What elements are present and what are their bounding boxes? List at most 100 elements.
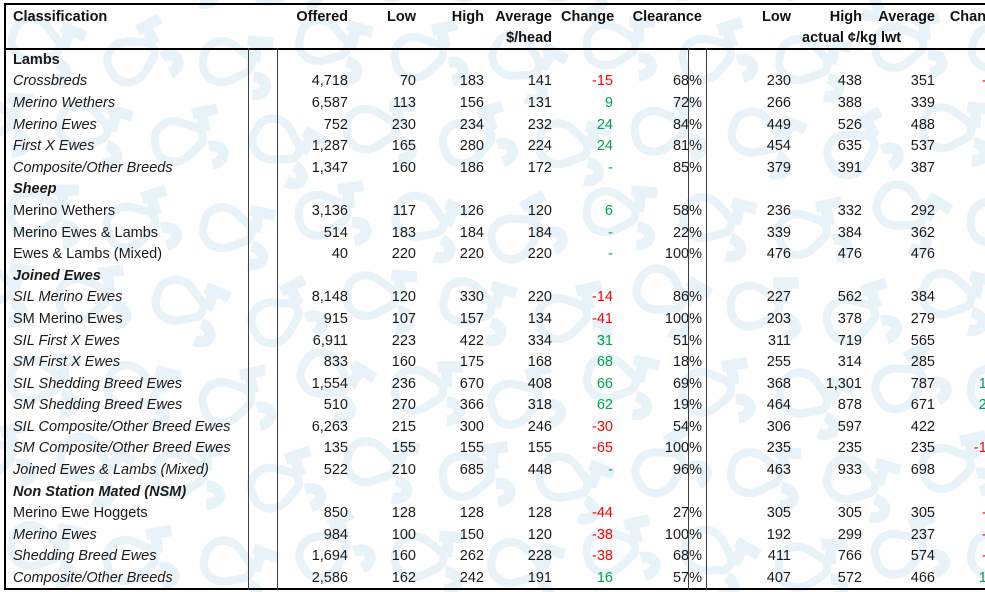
cell-low-head: 230 [391, 116, 416, 133]
cell-clearance: 85% [622, 157, 711, 179]
cell-change-lwt: 38 [944, 135, 985, 157]
cell-high-lwt: 438 [837, 73, 862, 90]
cell-high-head: 150 [459, 526, 484, 543]
section-empty-cell [425, 265, 493, 287]
cell-change-lwt: -7 [944, 287, 985, 309]
section-empty-cell [711, 179, 729, 201]
livestock-summary-table: Classification Offered Low High Average … [4, 3, 985, 590]
row-label: Merino Wethers [13, 94, 116, 111]
cell-average-lwt: 466 [910, 569, 935, 586]
units-spacer-d [425, 27, 493, 49]
cell-change-head: 16 [596, 569, 613, 586]
cell-high-head: 186 [459, 159, 484, 176]
col-high-head: High [451, 8, 484, 25]
cell-low-head: 160 [391, 159, 416, 176]
cell-clearance: 19% [622, 395, 711, 417]
cell-average-lwt: 292 [910, 202, 935, 219]
table-body: Lambs Crossbreds 4,718 70 183 141 -15 68% 230 438… [5, 49, 985, 589]
cell-change-lwt: 20 [944, 200, 985, 222]
cell-change-head: -38 [592, 548, 613, 565]
cell-low-head: 117 [392, 202, 416, 219]
table-row: First X Ewes 1,287 165 280 224 24 81% 454 635 537… [5, 135, 985, 157]
section-header-row: Sheep [5, 179, 985, 201]
table-row: SM First X Ewes 833 160 175 168 68 18% 255 314 28… [5, 351, 985, 373]
cell-change-lwt: -175 [973, 440, 985, 457]
cell-change-lwt: - [944, 222, 985, 244]
row-spacer-right [711, 416, 729, 438]
cell-average-lwt: 698 [910, 462, 935, 479]
cell-offered: 6,587 [311, 94, 348, 111]
cell-offered: 1,554 [311, 375, 348, 392]
table-row: Composite/Other Breeds 2,586 162 242 191 16 57… [5, 567, 985, 589]
cell-average-head: 134 [527, 310, 552, 327]
row-spacer-right [711, 114, 729, 136]
cell-low-head: 210 [391, 462, 416, 479]
cell-average-head: 155 [527, 440, 552, 457]
cell-change-head: - [608, 246, 613, 263]
cell-clearance: 84% [622, 114, 711, 136]
cell-offered: 1,287 [311, 138, 348, 155]
cell-average-lwt: 422 [910, 418, 935, 435]
cell-clearance: 81% [622, 135, 711, 157]
cell-clearance: 96% [622, 459, 711, 481]
cell-change-lwt: - [944, 459, 985, 481]
cell-high-lwt: 235 [837, 440, 862, 457]
section-empty-cell [711, 481, 729, 503]
cell-offered: 8,148 [311, 289, 348, 306]
cell-high-lwt: 305 [837, 505, 862, 522]
cell-average-lwt: 476 [910, 246, 935, 263]
cell-high-head: 126 [459, 202, 484, 219]
cell-average-lwt: 787 [910, 375, 935, 392]
cell-high-head: 366 [459, 397, 484, 414]
section-empty-cell [729, 179, 800, 201]
cell-offered: 984 [323, 526, 348, 543]
cell-clearance: 18% [622, 351, 711, 373]
table-row: Merino Wethers 3,136 117 126 120 6 58% 236 332 29… [5, 200, 985, 222]
cell-low-head: 162 [391, 569, 416, 586]
column-divider-right-outer [688, 48, 689, 590]
row-label: SIL Merino Ewes [13, 289, 123, 306]
cell-average-lwt: 537 [910, 138, 935, 155]
row-spacer-right [711, 71, 729, 93]
row-spacer-right [711, 567, 729, 589]
cell-low-head: 128 [391, 505, 416, 522]
table-row: SIL Merino Ewes 8,148 120 330 220 -14 86% 227 56… [5, 287, 985, 309]
cell-high-lwt: 766 [837, 548, 862, 565]
row-spacer-right [711, 330, 729, 352]
cell-change-lwt: 137 [978, 569, 985, 586]
cell-low-head: 70 [399, 73, 416, 90]
cell-high-head: 242 [459, 569, 484, 586]
row-label: Merino Ewe Hoggets [13, 505, 148, 522]
cell-change-head: -14 [592, 289, 613, 306]
table-row: Merino Wethers 6,587 113 156 131 9 72% 266 388 33… [5, 92, 985, 114]
cell-high-head: 670 [459, 375, 484, 392]
row-spacer-right [711, 135, 729, 157]
cell-change-head: 62 [596, 397, 613, 414]
cell-low-lwt: 203 [766, 310, 791, 327]
cell-change-head: - [608, 159, 613, 176]
section-empty-cell [800, 265, 871, 287]
cell-low-lwt: 411 [767, 548, 791, 565]
cell-average-head: 191 [527, 569, 552, 586]
units-spacer-c [357, 27, 425, 49]
cell-average-lwt: 362 [910, 224, 935, 241]
units-spacer-b [282, 27, 357, 49]
cell-clearance: 100% [664, 440, 702, 457]
cell-average-head: 318 [527, 397, 552, 414]
cell-change-lwt: 14 [944, 416, 985, 438]
cell-offered: 850 [323, 505, 348, 522]
cell-clearance: 54% [622, 416, 711, 438]
row-label: SIL First X Ewes [13, 332, 120, 349]
cell-change-head: 68 [596, 354, 613, 371]
section-title: Joined Ewes [13, 267, 101, 284]
column-divider-right-inner [706, 48, 707, 590]
col-classification: Classification [13, 8, 108, 25]
section-title: Non Station Mated (NSM) [13, 483, 187, 500]
row-spacer-right [711, 546, 729, 568]
section-header-row: Non Station Mated (NSM) [5, 481, 985, 503]
col-high-lwt: High [829, 8, 862, 25]
table-row: Merino Ewe Hoggets 850 128 128 128 -44 27% 305 3… [5, 502, 985, 524]
row-label: SM First X Ewes [13, 354, 121, 371]
cell-clearance: 57% [622, 567, 711, 589]
cell-low-lwt: 464 [766, 397, 791, 414]
